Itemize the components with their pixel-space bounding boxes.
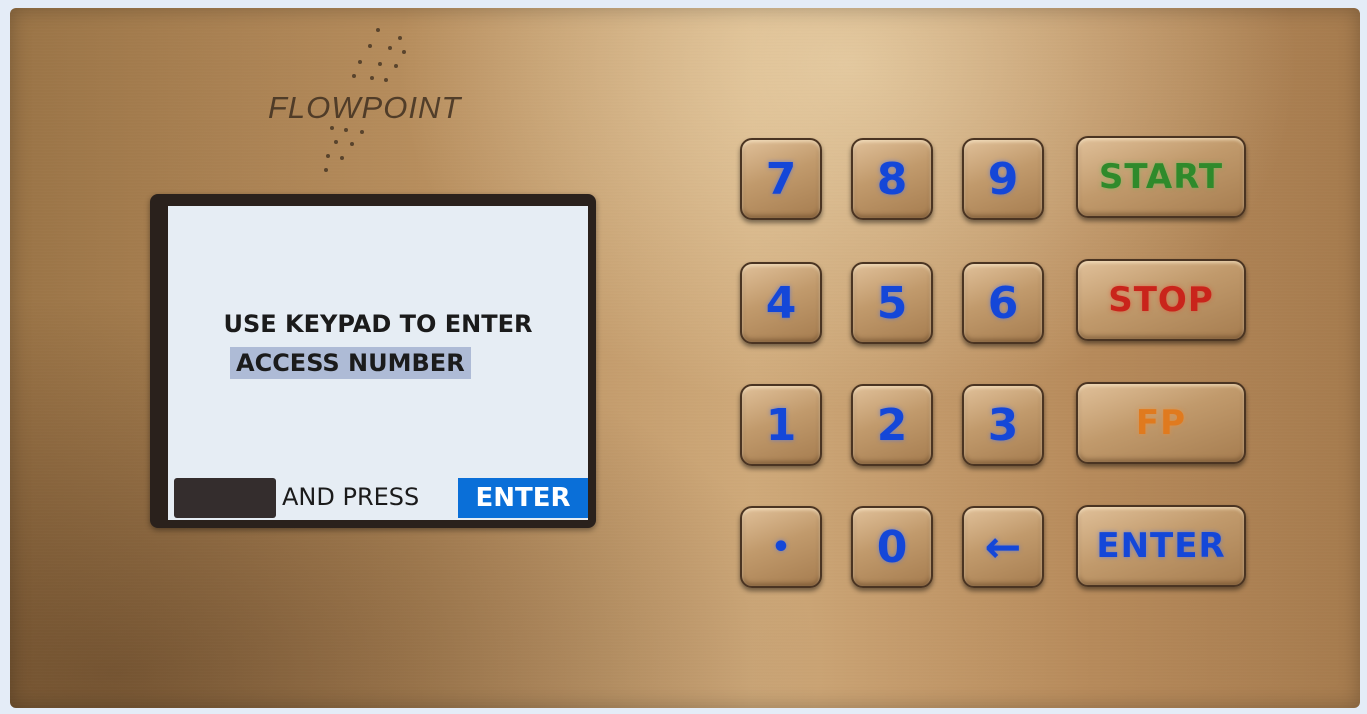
key-9[interactable]: 9	[962, 138, 1044, 220]
screen-highlight-label: ACCESS NUMBER	[230, 347, 471, 379]
key-4[interactable]: 4	[740, 262, 822, 344]
lcd-screen: USE KEYPAD TO ENTER ACCESS NUMBER AND PR…	[168, 206, 588, 520]
enter-button[interactable]: ENTER	[1076, 505, 1246, 587]
key-6[interactable]: 6	[962, 262, 1044, 344]
key-decimal-point[interactable]: •	[740, 506, 822, 588]
key-5[interactable]: 5	[851, 262, 933, 344]
brand-logo-text: FLOWPOINT	[268, 90, 462, 125]
screen-prompt-text: AND PRESS	[282, 483, 420, 511]
backspace-arrow-icon[interactable]: ←	[962, 506, 1044, 588]
key-3[interactable]: 3	[962, 384, 1044, 466]
stop-button[interactable]: STOP	[1076, 259, 1246, 341]
start-button[interactable]: START	[1076, 136, 1246, 218]
key-7[interactable]: 7	[740, 138, 822, 220]
key-1[interactable]: 1	[740, 384, 822, 466]
fp-button[interactable]: FP	[1076, 382, 1246, 464]
screen-enter-label: ENTER	[458, 478, 588, 518]
key-0[interactable]: 0	[851, 506, 933, 588]
key-8[interactable]: 8	[851, 138, 933, 220]
access-number-entry-field	[174, 478, 276, 518]
screen-instruction: USE KEYPAD TO ENTER	[223, 310, 533, 338]
photo-frame: FLOWPOINT USE KEYPAD TO ENTER ACCESS NUM…	[0, 0, 1367, 714]
key-2[interactable]: 2	[851, 384, 933, 466]
